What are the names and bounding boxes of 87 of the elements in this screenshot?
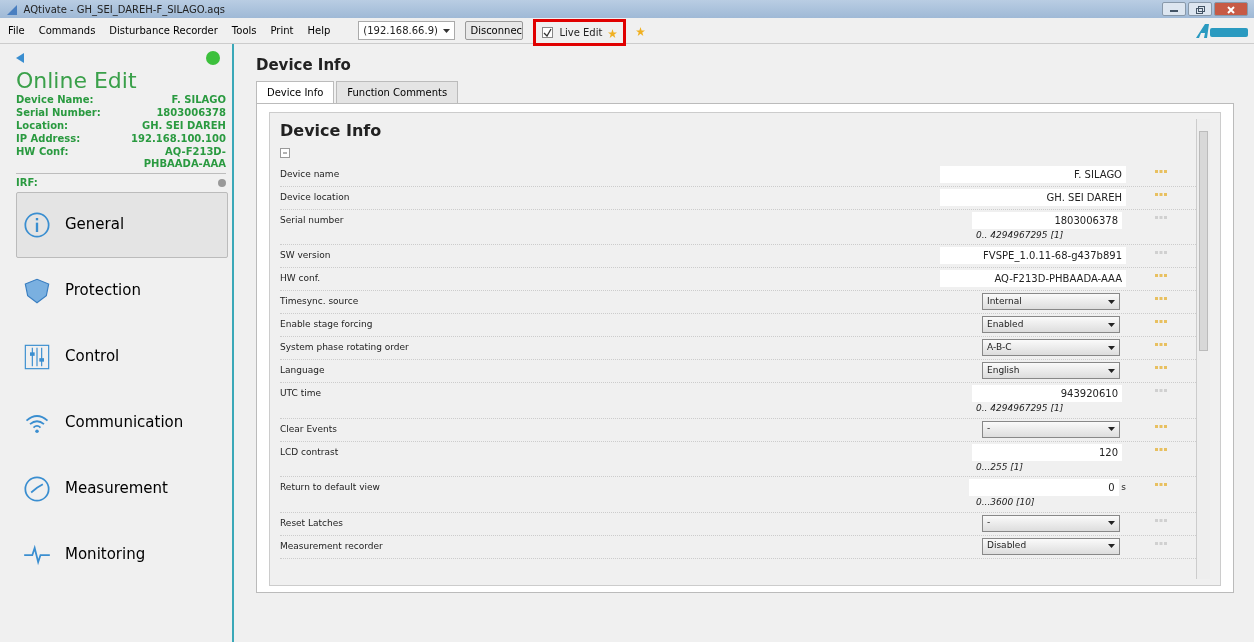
info-label: Device Name:	[16, 94, 94, 107]
dropdown[interactable]: Enabled	[982, 316, 1120, 333]
tab[interactable]: Function Comments	[336, 80, 459, 103]
info-label: HW Conf:	[16, 146, 69, 160]
info-label: Location:	[16, 120, 69, 133]
input-field[interactable]: 943920610	[972, 385, 1122, 402]
collapse-icon[interactable]	[280, 148, 290, 158]
info-label: Serial Number:	[16, 107, 101, 120]
tab[interactable]: Device Info	[256, 80, 335, 103]
dropdown[interactable]: Disabled	[982, 537, 1120, 555]
restore-icon	[1195, 5, 1205, 14]
nav-item[interactable]: General	[16, 191, 228, 258]
logo-drawing	[1196, 23, 1248, 38]
field-label: Serial number	[280, 213, 345, 227]
caret-icon	[1108, 345, 1115, 350]
input-field[interactable]: 1803006378	[972, 211, 1122, 229]
field-label: LCD contrast	[280, 445, 340, 459]
sliders-icon	[23, 342, 51, 371]
nav-item[interactable]: Communication	[16, 389, 228, 456]
field-label: Return to default view	[280, 481, 381, 494]
field-label: Measurement recorder	[280, 539, 384, 553]
menu-item[interactable]: Commands	[36, 23, 98, 38]
field-label: Device location	[280, 190, 351, 204]
page-title: Device Info	[256, 55, 352, 76]
input-field[interactable]: 0	[968, 479, 1119, 496]
panel-title: Device Info	[280, 119, 383, 142]
field-label: Clear Events	[280, 422, 338, 436]
dropdown[interactable]: -	[982, 420, 1120, 438]
field-label: Timesync. source	[280, 295, 360, 308]
close-button[interactable]	[1214, 2, 1248, 16]
checkbox[interactable]	[542, 27, 554, 38]
range-hint: 0...3600 [10]	[976, 496, 1035, 509]
unit-label: s	[1121, 480, 1126, 494]
disconnect-button[interactable]: Disconnec	[465, 21, 524, 40]
input-field[interactable]: AQ-F213D-PHBAADA-AAA	[940, 270, 1126, 287]
caret-icon	[1108, 299, 1115, 304]
info-value: F. SILAGO	[171, 94, 226, 107]
sidebar-title: Online Edit	[16, 69, 138, 94]
field-label: Enable stage forcing	[280, 318, 374, 331]
caret-icon	[1108, 544, 1115, 548]
info-value: GH. SEI DAREH	[141, 120, 226, 133]
field-label: HW conf.	[280, 272, 322, 285]
range-hint: 0.. 4294967295 [1]	[976, 228, 1064, 242]
input-field[interactable]: 120	[972, 443, 1122, 461]
dropdown[interactable]: English	[982, 362, 1120, 379]
input-field[interactable]: FVSPE_1.0.11-68-g437b891	[940, 247, 1126, 264]
field-label: Language	[280, 364, 326, 377]
nav-item[interactable]: Control	[16, 323, 228, 390]
field-label: UTC time	[280, 387, 323, 400]
field-label: Device name	[280, 167, 341, 181]
restore-button[interactable]	[1188, 2, 1212, 16]
menu-item[interactable]: Disturbance Recorder	[107, 23, 220, 38]
info-icon	[23, 210, 51, 239]
caret-icon	[1108, 322, 1115, 327]
menu-item[interactable]: File	[6, 23, 27, 38]
info-value: AQ-F213D-PHBAADA-AAA	[142, 146, 226, 171]
nav-item[interactable]: Measurement	[16, 455, 228, 522]
input-field[interactable]: F. SILAGO	[940, 165, 1126, 183]
gauge-icon	[23, 474, 51, 503]
info-value: 192.168.100.100	[131, 133, 226, 146]
menu-item[interactable]: Tools	[229, 23, 259, 38]
info-label: IP Address:	[16, 133, 81, 146]
connection-dropdown[interactable]: (192.168.66.9)	[358, 21, 456, 40]
nav-item[interactable]: Protection	[16, 257, 228, 324]
menu-item[interactable]: Print	[268, 23, 296, 38]
range-hint: 0.. 4294967295 [1]	[976, 402, 1064, 415]
field-label: SW version	[280, 249, 332, 262]
caret-icon	[1108, 521, 1115, 525]
input-field[interactable]: GH. SEI DAREH	[940, 188, 1126, 206]
minimize-button[interactable]	[1162, 2, 1186, 16]
nav-item[interactable]: Monitoring	[16, 521, 228, 588]
field-label: System phase rotating order	[280, 341, 410, 354]
caret-icon	[443, 29, 451, 33]
dropdown[interactable]: -	[982, 514, 1120, 532]
dropdown[interactable]: A-B-C	[982, 339, 1120, 356]
range-hint: 0...255 [1]	[976, 460, 1024, 474]
shield-icon	[23, 276, 51, 305]
menu-item[interactable]: Help	[305, 23, 333, 38]
caret-icon	[1108, 427, 1115, 431]
dropdown[interactable]: Internal	[982, 293, 1120, 310]
caret-icon	[1108, 368, 1115, 373]
window-title: AQtivate - GH_SEI_DAREH-F_SILAGO.aqs	[23, 2, 226, 17]
close-icon	[1227, 5, 1235, 14]
info-value: 1803006378	[156, 107, 226, 120]
irf-label: IRF:	[16, 176, 38, 189]
live-edit-label: Live Edit	[559, 26, 603, 40]
field-label: Reset Latches	[280, 516, 344, 530]
